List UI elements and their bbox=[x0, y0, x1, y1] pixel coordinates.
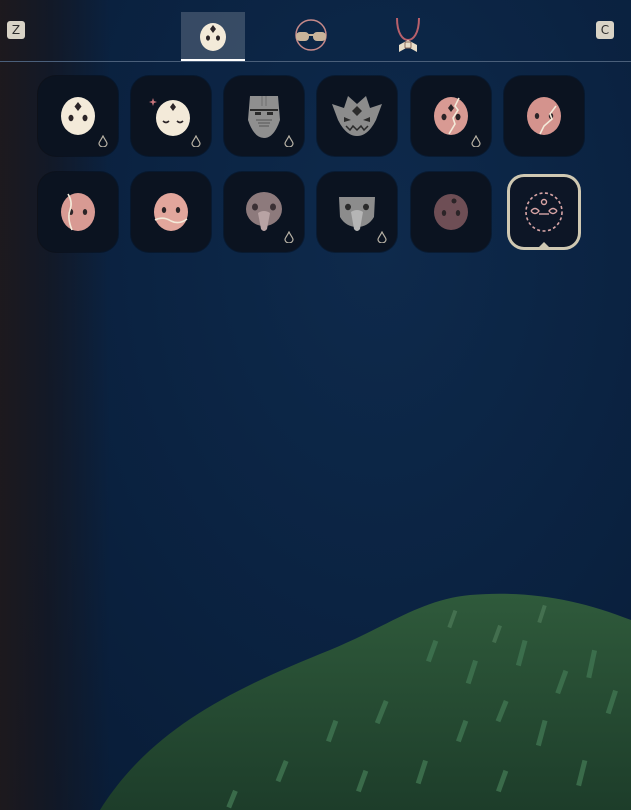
mask-slot-11[interactable] bbox=[411, 172, 491, 252]
drop-icon bbox=[284, 135, 294, 147]
mask-slot-5[interactable] bbox=[411, 76, 491, 156]
mask-slot-8[interactable] bbox=[131, 172, 211, 252]
glasses-tab-icon bbox=[295, 19, 327, 51]
tab-glasses[interactable] bbox=[279, 12, 343, 60]
drop-icon bbox=[98, 135, 108, 147]
mask-slot-12-selected[interactable] bbox=[510, 177, 578, 250]
drop-icon bbox=[377, 231, 387, 243]
tab-masks[interactable] bbox=[181, 12, 245, 62]
mask-slot-9[interactable] bbox=[224, 172, 304, 252]
smile-line-pink-mask-icon bbox=[154, 193, 188, 231]
drop-icon bbox=[284, 231, 294, 243]
mask-slot-10[interactable] bbox=[317, 172, 397, 252]
mask-slot-4[interactable] bbox=[317, 76, 397, 156]
beak-mauve-mask-icon bbox=[246, 192, 282, 231]
mask-tab-icon bbox=[200, 23, 226, 51]
mask-slot-1[interactable] bbox=[38, 76, 118, 156]
drop-icon bbox=[191, 135, 201, 147]
selection-pointer bbox=[536, 242, 552, 250]
mask-slot-7[interactable] bbox=[38, 172, 118, 252]
cracked-salmon-mask-icon bbox=[527, 97, 561, 135]
vein-pink-mask-icon bbox=[61, 193, 95, 231]
beak-gray-mask-icon bbox=[339, 197, 375, 231]
mask-slot-6[interactable] bbox=[504, 76, 584, 156]
drop-icon bbox=[471, 135, 481, 147]
cracked-pink-mask-icon bbox=[434, 97, 468, 135]
necklace-tab-icon bbox=[396, 17, 420, 52]
tab-bar-divider bbox=[0, 61, 631, 62]
dashed-outline-mask-icon bbox=[525, 192, 563, 232]
category-tab-bar: Z C bbox=[0, 0, 631, 62]
stitched-gray-mask-icon bbox=[248, 96, 280, 138]
next-category-key-hint[interactable]: C bbox=[596, 21, 614, 39]
prev-category-key-hint[interactable]: Z bbox=[7, 21, 25, 39]
dark-round-mask-icon bbox=[434, 194, 468, 230]
horned-gray-mask-icon bbox=[332, 96, 382, 136]
tab-necklaces[interactable] bbox=[376, 12, 440, 60]
mask-slot-2[interactable] bbox=[131, 76, 211, 156]
mask-slot-3[interactable] bbox=[224, 76, 304, 156]
white-face-mask-icon bbox=[61, 97, 95, 135]
sleeping-face-mask-icon bbox=[149, 98, 190, 136]
